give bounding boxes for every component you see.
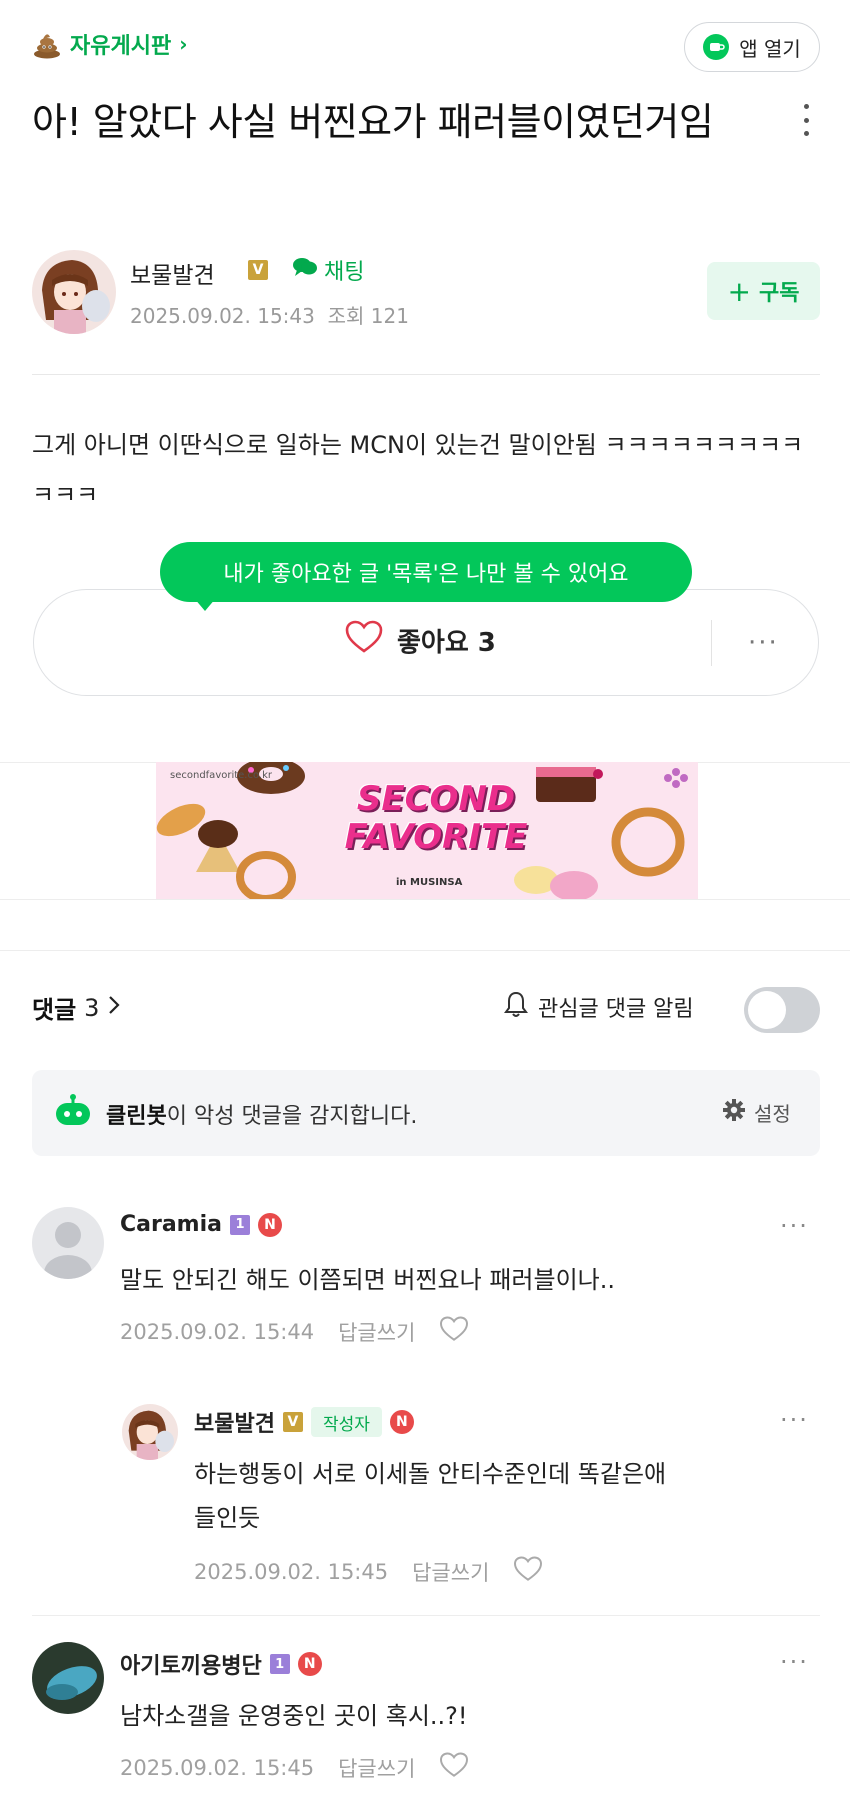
like-tooltip: 내가 좋아요한 글 '목록'은 나만 볼 수 있어요 — [160, 542, 692, 602]
divider — [0, 899, 850, 900]
avatar[interactable] — [32, 1642, 104, 1714]
new-badge: N — [297, 1652, 322, 1676]
comment-meta: 2025.09.02. 15:45 답글쓰기 — [194, 1556, 543, 1587]
reply-button[interactable]: 답글쓰기 — [338, 1317, 415, 1347]
cleanbot-text: 클린봇이 악성 댓글을 감지합니다. — [106, 1098, 417, 1130]
reply-button[interactable]: 답글쓰기 — [338, 1753, 415, 1783]
comment-author-name[interactable]: 보물발견 — [194, 1406, 275, 1438]
comment-notify: 관심글 댓글 알림 — [504, 990, 694, 1024]
open-app-button[interactable]: 앱 열기 — [684, 22, 820, 72]
heart-icon[interactable] — [513, 1556, 543, 1587]
comment-author-name[interactable]: 아기토끼용병단 — [120, 1648, 262, 1680]
post-date: 2025.09.02. 15:43 — [130, 304, 315, 328]
chat-bubble-icon — [292, 256, 318, 284]
level-badge: 1 — [269, 1654, 290, 1674]
cleanbot-icon — [54, 1094, 92, 1130]
default-avatar-icon[interactable] — [32, 1207, 104, 1279]
ad-title: SECOND FAVORITE — [344, 779, 528, 857]
kebab-menu-icon[interactable] — [796, 100, 816, 140]
comments-header[interactable]: 댓글 3 — [32, 990, 121, 1025]
comment-date: 2025.09.02. 15:45 — [194, 1559, 389, 1584]
divider — [32, 1615, 820, 1616]
comment-author: Caramia 1 N — [120, 1212, 282, 1237]
new-badge: N — [389, 1410, 414, 1434]
comment-text: 남차소갤을 운영중인 곳이 혹시..?! — [120, 1702, 468, 1730]
post-meta: 2025.09.02. 15:43 조회 121 — [130, 300, 409, 329]
comment-meta: 2025.09.02. 15:44 답글쓰기 — [120, 1316, 469, 1347]
like-button[interactable]: 좋아요 3 — [345, 620, 496, 661]
comment-author: 보물발견 V 작성자 N — [194, 1406, 414, 1438]
verified-badge: V — [282, 1412, 303, 1432]
divider — [32, 374, 820, 375]
heart-icon[interactable] — [439, 1752, 469, 1783]
comments-count: 3 — [84, 993, 100, 1022]
more-icon[interactable]: ··· — [748, 628, 779, 658]
comment-author: 아기토끼용병단 1 N — [120, 1648, 322, 1680]
avatar[interactable] — [122, 1404, 178, 1460]
comment-text-line: 하는행동이 서로 이세돌 안티수준인데 똑같은애 — [194, 1460, 667, 1488]
ad-domain: secondfavorite.co.kr — [170, 770, 273, 781]
post-body: 그게 아니면 이딴식으로 일하는 MCN이 있는건 말이안됨 ㅋㅋㅋㅋㅋㅋㅋㅋㅋ… — [32, 431, 804, 500]
divider — [711, 620, 712, 666]
comment-more-icon[interactable]: ··· — [780, 1406, 809, 1434]
chat-label: 채팅 — [324, 260, 365, 285]
settings-button[interactable]: 설정 — [722, 1098, 791, 1127]
comment-more-icon[interactable]: ··· — [780, 1212, 809, 1240]
settings-label: 설정 — [754, 1102, 791, 1126]
ad-banner[interactable]: secondfavorite.co.kr SECOND FAVORITE in … — [156, 762, 698, 899]
writer-badge: 작성자 — [310, 1407, 382, 1437]
cleanbot-desc: 이 악성 댓글을 감지합니다. — [166, 1104, 418, 1129]
comment-date: 2025.09.02. 15:45 — [120, 1755, 315, 1780]
gear-icon — [722, 1098, 746, 1127]
subscribe-label: 구독 — [758, 281, 800, 306]
divider — [0, 950, 850, 951]
board-link[interactable]: 자유게시판 › — [32, 26, 187, 62]
cup-icon — [703, 34, 730, 60]
heart-icon[interactable] — [439, 1316, 469, 1347]
new-badge: N — [258, 1212, 282, 1237]
comment-more-icon[interactable]: ··· — [780, 1648, 809, 1676]
ad-subtitle: in MUSINSA — [396, 877, 463, 888]
comment-date: 2025.09.02. 15:44 — [120, 1319, 315, 1344]
comments-label: 댓글 — [32, 996, 77, 1024]
bell-icon — [504, 990, 528, 1024]
open-app-label: 앱 열기 — [739, 36, 801, 61]
chevron-right-icon — [107, 994, 121, 1022]
level-badge: 1 — [230, 1214, 250, 1235]
board-name: 자유게시판 — [70, 34, 172, 59]
author-name[interactable]: 보물발견 — [130, 256, 215, 290]
poop-icon — [32, 29, 62, 59]
tooltip-tail — [194, 598, 216, 611]
verified-badge: V — [248, 260, 268, 280]
comment-author-name[interactable]: Caramia — [120, 1212, 222, 1237]
subscribe-button[interactable]: + 구독 — [707, 262, 820, 320]
post-title: 아! 알았다 사실 버찐요가 패러블이였던거임 — [32, 100, 714, 144]
plus-icon: + — [727, 274, 751, 308]
comment-text-line: 들인듯 — [194, 1504, 261, 1532]
avatar[interactable] — [32, 250, 116, 334]
heart-icon — [345, 620, 383, 661]
view-count: 조회 121 — [327, 304, 409, 328]
comment-text: 말도 안되긴 해도 이쯤되면 버찐요나 패러블이나.. — [120, 1266, 616, 1294]
chat-button[interactable]: 채팅 — [292, 254, 364, 286]
cleanbot-name: 클린봇 — [106, 1104, 167, 1129]
comment-text: 하는행동이 서로 이세돌 안티수준인데 똑같은애 들인듯 — [194, 1452, 666, 1540]
reply-button[interactable]: 답글쓰기 — [412, 1557, 489, 1587]
comment-meta: 2025.09.02. 15:45 답글쓰기 — [120, 1752, 469, 1783]
notify-label: 관심글 댓글 알림 — [538, 997, 694, 1022]
toggle-knob[interactable] — [748, 991, 786, 1029]
chevron-right-icon: › — [179, 32, 188, 56]
like-label: 좋아요 3 — [397, 628, 496, 658]
